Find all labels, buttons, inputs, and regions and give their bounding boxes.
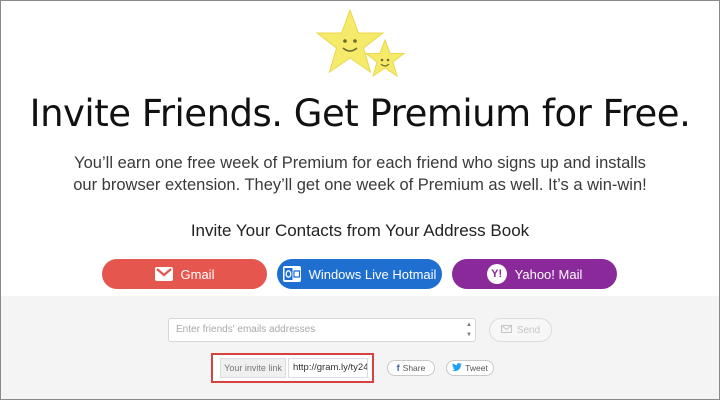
hotmail-button-label: Windows Live Hotmail	[308, 266, 437, 282]
outlook-icon	[282, 266, 301, 282]
smiling-stars-icon	[315, 8, 406, 78]
scroll-up-icon[interactable]: ▲	[466, 322, 472, 328]
yahoo-mail-button[interactable]: Y! Yahoo! Mail	[452, 259, 617, 289]
hotmail-button[interactable]: Windows Live Hotmail	[277, 259, 442, 289]
envelope-icon	[500, 324, 512, 336]
invite-link-label: Your invite link	[220, 358, 286, 378]
facebook-share-button[interactable]: f Share	[387, 360, 435, 376]
invite-form-section	[1, 296, 719, 399]
gmail-icon	[154, 267, 173, 281]
page-headline: Invite Friends. Get Premium for Free.	[29, 92, 691, 135]
input-scroll-arrows[interactable]: ▲ ▼	[465, 322, 473, 338]
friends-email-input[interactable]: Enter friends' emails addresses ▲ ▼	[168, 318, 476, 342]
hero-description-line: You’ll earn one free week of Premium for…	[74, 154, 646, 172]
facebook-icon: f	[396, 363, 400, 373]
gmail-button[interactable]: Gmail	[102, 259, 267, 289]
invite-contacts-heading: Invite Your Contacts from Your Address B…	[190, 221, 530, 240]
share-button-label: Share	[402, 363, 426, 373]
yahoo-mail-button-label: Yahoo! Mail	[514, 266, 583, 282]
gmail-button-label: Gmail	[180, 266, 215, 282]
tweet-button[interactable]: Tweet	[446, 360, 494, 376]
tweet-button-label: Tweet	[465, 363, 488, 373]
scroll-down-icon[interactable]: ▼	[466, 332, 472, 338]
send-button-label: Send	[516, 324, 541, 336]
hero-description-line: our browser extension. They’ll get one w…	[73, 176, 647, 194]
friends-email-placeholder: Enter friends' emails addresses	[176, 324, 316, 335]
invite-link-field[interactable]: http://gram.ly/ty24	[288, 358, 368, 378]
send-button[interactable]: Send	[489, 318, 552, 342]
hero-description: You’ll earn one free week of Premium for…	[40, 152, 680, 196]
yahoo-icon: Y!	[486, 264, 507, 284]
twitter-icon	[452, 363, 463, 373]
